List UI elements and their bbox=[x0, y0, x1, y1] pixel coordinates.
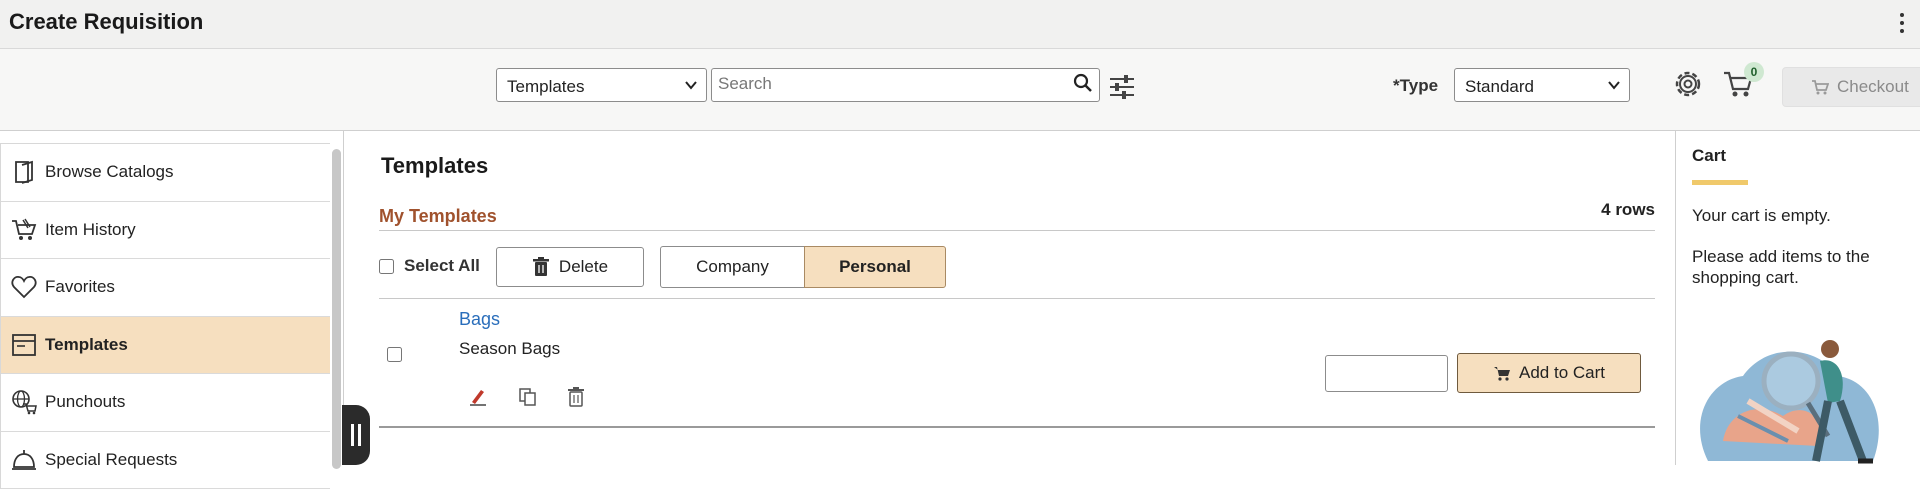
row-checkbox[interactable] bbox=[387, 347, 402, 362]
globe-cart-icon bbox=[10, 388, 38, 416]
select-all[interactable]: Select All bbox=[379, 256, 480, 276]
page-title: Create Requisition bbox=[9, 9, 203, 35]
sidebar-item-item-history[interactable]: Item History bbox=[1, 202, 330, 260]
filter-options-icon[interactable] bbox=[1108, 74, 1136, 100]
book-icon bbox=[10, 158, 38, 186]
sidebar-item-favorites[interactable]: Favorites bbox=[1, 259, 330, 317]
trash-icon bbox=[532, 257, 550, 277]
search-scope-value: Templates bbox=[507, 77, 584, 96]
sidebar-scrollbar[interactable] bbox=[332, 149, 341, 469]
sidebar-item-label: Templates bbox=[45, 335, 128, 355]
heart-icon bbox=[10, 273, 38, 301]
cart-icon bbox=[1811, 79, 1829, 95]
segment-personal[interactable]: Personal bbox=[804, 246, 946, 288]
cart-empty-text: Your cart is empty. bbox=[1692, 206, 1831, 226]
divider bbox=[379, 298, 1655, 299]
sidebar-item-browse-catalogs[interactable]: Browse Catalogs bbox=[1, 144, 330, 202]
copy-icon[interactable] bbox=[518, 387, 538, 407]
grid-title: My Templates bbox=[379, 206, 497, 227]
sidebar-item-label: Item History bbox=[45, 220, 136, 240]
delete-label: Delete bbox=[559, 257, 608, 277]
sidebar-item-label: Punchouts bbox=[45, 392, 125, 412]
cart-title-underline bbox=[1692, 180, 1748, 185]
chevron-down-icon bbox=[1607, 78, 1621, 92]
template-icon bbox=[10, 331, 38, 359]
edit-icon[interactable] bbox=[468, 387, 488, 407]
search-box bbox=[711, 68, 1100, 102]
select-all-label: Select All bbox=[404, 256, 480, 276]
segment-label: Company bbox=[696, 257, 769, 277]
template-name-link[interactable]: Bags bbox=[459, 309, 500, 330]
main-content: Templates My Templates 4 rows Select All… bbox=[345, 131, 1675, 465]
type-label: *Type bbox=[1393, 76, 1438, 96]
segment-label: Personal bbox=[839, 257, 911, 277]
type-value: Standard bbox=[1465, 77, 1534, 96]
checkout-label: Checkout bbox=[1837, 77, 1909, 97]
empty-cart-illustration bbox=[1688, 321, 1918, 471]
add-to-cart-label: Add to Cart bbox=[1519, 363, 1605, 383]
more-options-icon[interactable] bbox=[1898, 12, 1906, 34]
cart-panel: Cart Your cart is empty. Please add item… bbox=[1675, 131, 1920, 465]
delete-button[interactable]: Delete bbox=[496, 247, 644, 287]
cart-empty-message: Please add items to the shopping cart. bbox=[1692, 246, 1902, 288]
sidebar-item-templates[interactable]: Templates bbox=[1, 317, 330, 375]
sidebar-item-label: Special Requests bbox=[45, 450, 177, 470]
cart-title: Cart bbox=[1692, 146, 1726, 166]
row-count: 4 rows bbox=[1601, 200, 1655, 220]
sidebar-nav: Browse Catalogs Item History Favorites T… bbox=[0, 143, 330, 489]
sidebar-item-label: Browse Catalogs bbox=[45, 162, 174, 182]
search-icon[interactable] bbox=[1073, 73, 1093, 93]
segment-company[interactable]: Company bbox=[660, 246, 805, 288]
add-to-cart-button[interactable]: Add to Cart bbox=[1457, 353, 1641, 393]
search-scope-select[interactable]: Templates bbox=[496, 68, 707, 102]
sidebar-item-label: Favorites bbox=[45, 277, 115, 297]
cart-count-badge: 0 bbox=[1744, 62, 1764, 82]
cart-icon bbox=[1493, 365, 1511, 381]
toolbar: Templates *Type Standard 0 Checkout bbox=[0, 49, 1920, 131]
chevron-down-icon bbox=[684, 78, 698, 92]
bell-icon bbox=[10, 446, 38, 474]
checkout-button[interactable]: Checkout bbox=[1782, 67, 1920, 107]
type-select[interactable]: Standard bbox=[1454, 68, 1630, 102]
divider bbox=[379, 426, 1655, 428]
divider bbox=[379, 230, 1655, 231]
title-bar: Create Requisition bbox=[0, 0, 1920, 49]
template-description: Season Bags bbox=[459, 339, 560, 359]
search-input[interactable] bbox=[712, 69, 1052, 99]
quantity-input[interactable] bbox=[1325, 355, 1448, 392]
section-title: Templates bbox=[381, 153, 488, 179]
trash-icon[interactable] bbox=[567, 387, 585, 407]
select-all-checkbox[interactable] bbox=[379, 259, 394, 274]
sidebar: Browse Catalogs Item History Favorites T… bbox=[0, 131, 344, 465]
cart-history-icon bbox=[10, 216, 38, 244]
sidebar-item-special-requests[interactable]: Special Requests bbox=[1, 432, 330, 489]
sidebar-item-punchouts[interactable]: Punchouts bbox=[1, 374, 330, 432]
gear-icon[interactable] bbox=[1673, 69, 1703, 99]
